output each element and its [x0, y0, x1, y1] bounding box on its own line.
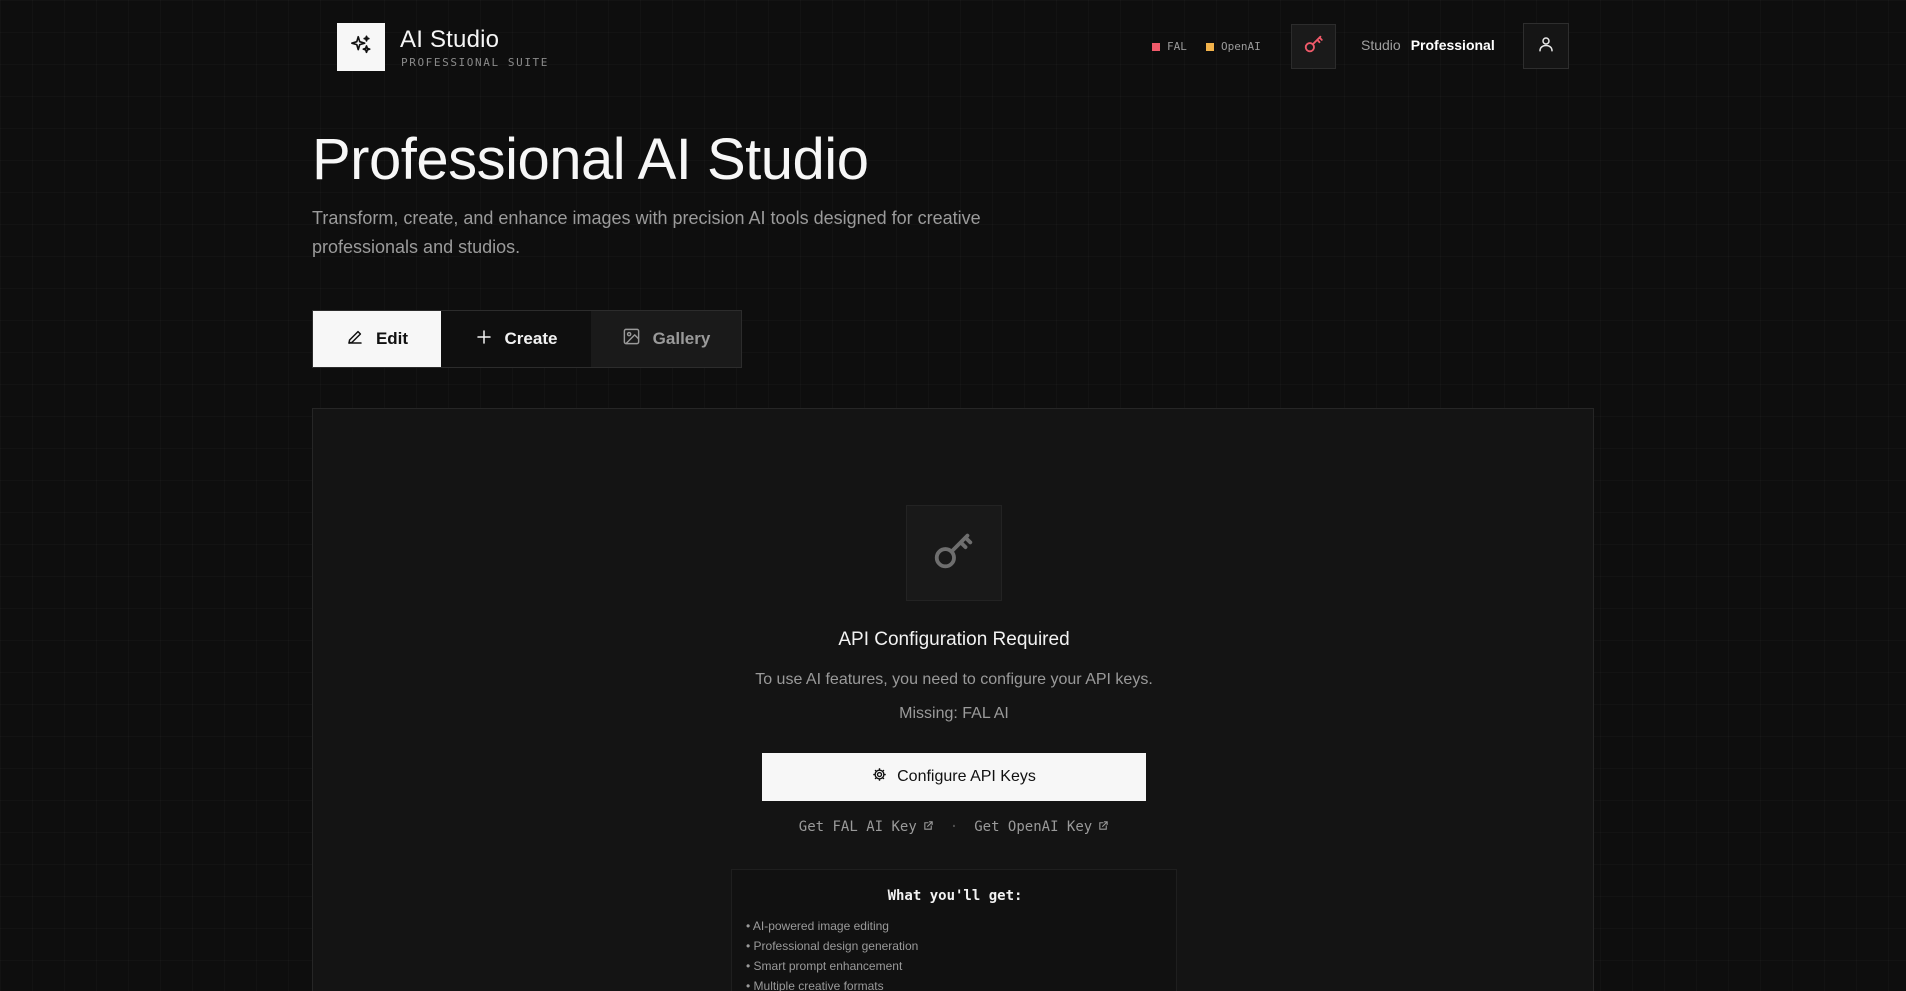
get-fal-key-link[interactable]: Get FAL AI Key: [799, 819, 934, 835]
tab-label: Create: [504, 329, 558, 348]
page-description: Transform, create, and enhance images wi…: [312, 208, 981, 257]
features-list: • AI-powered image editing • Professiona…: [746, 916, 918, 991]
provider-label: OpenAI: [1221, 40, 1261, 53]
external-link-icon: [923, 819, 934, 835]
mode-value: Professional: [1410, 37, 1495, 53]
api-keys-button[interactable]: [1291, 24, 1336, 69]
tab-edit[interactable]: Edit: [313, 311, 441, 367]
external-link-icon: [1098, 819, 1109, 835]
link-separator: ·: [949, 819, 959, 835]
mode-tabs: Edit Create Gallery: [312, 310, 742, 368]
key-icon: [1303, 33, 1325, 60]
tab-label: Gallery: [652, 329, 711, 348]
status-dot: [1152, 42, 1160, 51]
image-icon: [622, 327, 641, 351]
button-label: Configure API Keys: [897, 768, 1036, 785]
config-missing: Missing: FAL AI: [899, 705, 1009, 722]
provider-status-openai: OpenAI: [1206, 40, 1261, 53]
tab-create[interactable]: Create: [441, 311, 591, 367]
link-label: Get OpenAI Key: [974, 819, 1093, 835]
configure-api-keys-button[interactable]: Configure API Keys: [762, 753, 1146, 801]
config-key-badge: [906, 505, 1002, 601]
user-account-button[interactable]: [1523, 23, 1569, 69]
gear-icon: [872, 767, 887, 787]
user-icon: [1537, 35, 1555, 58]
plus-icon: [475, 328, 493, 351]
list-item: • Professional design generation: [746, 939, 919, 953]
config-title: API Configuration Required: [838, 629, 1070, 650]
list-item: • Smart prompt enhancement: [746, 959, 903, 973]
mode-label: Studio: [1361, 37, 1401, 53]
api-config-panel: API Configuration Required To use AI fea…: [312, 408, 1594, 991]
pencil-icon: [346, 328, 364, 351]
logo[interactable]: [337, 23, 385, 71]
provider-label: FAL: [1167, 40, 1187, 53]
mode-indicator: Studio Professional: [1361, 37, 1495, 53]
sparkles-icon: [350, 34, 372, 61]
list-item: • AI-powered image editing: [746, 919, 889, 933]
brand-title: AI Studio: [400, 26, 500, 53]
features-title: What you'll get:: [887, 888, 1023, 904]
provider-status-fal: FAL: [1152, 40, 1187, 53]
app-page: AI Studio PROFESSIONAL SUITE FAL OpenAI …: [312, 0, 1594, 991]
config-description: To use AI features, you need to configur…: [755, 671, 1153, 688]
status-dot: [1206, 42, 1214, 51]
get-openai-key-link[interactable]: Get OpenAI Key: [974, 819, 1109, 835]
key-icon: [931, 528, 977, 579]
api-key-links: Get FAL AI Key · Get OpenAI Key: [313, 819, 1595, 835]
page-title: Professional AI Studio: [312, 127, 869, 192]
top-header: AI Studio PROFESSIONAL SUITE FAL OpenAI …: [312, 0, 1594, 94]
brand-subtitle: PROFESSIONAL SUITE: [401, 56, 550, 69]
list-item: • Multiple creative formats: [746, 979, 884, 991]
link-label: Get FAL AI Key: [798, 819, 917, 835]
tab-gallery[interactable]: Gallery: [591, 311, 741, 367]
tab-label: Edit: [375, 329, 409, 348]
features-box: What you'll get: • AI-powered image edit…: [731, 869, 1177, 991]
